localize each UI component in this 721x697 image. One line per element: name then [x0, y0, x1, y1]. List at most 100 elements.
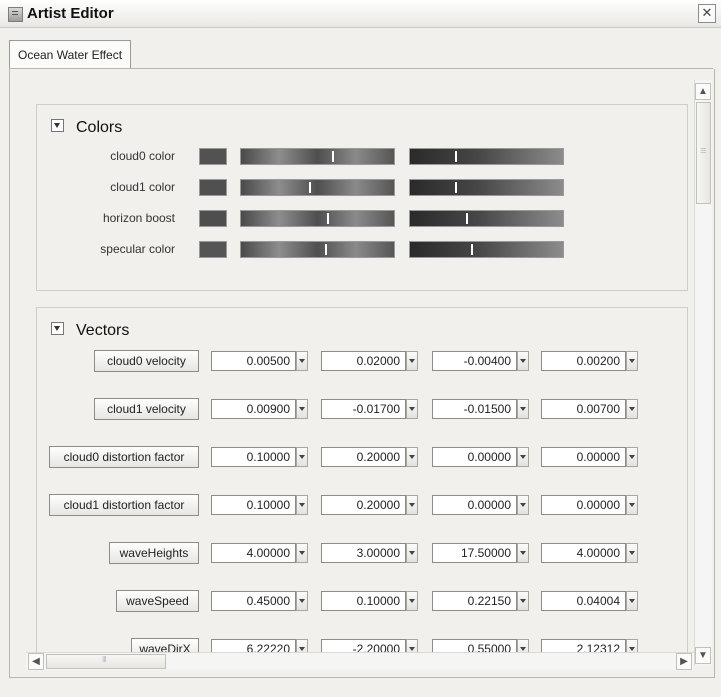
vector-value-spin[interactable] — [626, 351, 638, 371]
vector-value-input[interactable]: 3.00000 — [321, 543, 406, 563]
vector-value-input[interactable]: 0.00900 — [211, 399, 296, 419]
vector-value-spin[interactable] — [296, 351, 308, 371]
vector-value-input[interactable]: 0.00000 — [432, 495, 517, 515]
vectors-collapse-toggle[interactable] — [51, 322, 64, 336]
chevron-right-icon: ▶ — [680, 656, 688, 667]
vector-value-input[interactable]: 0.00500 — [211, 351, 296, 371]
vector-value-input[interactable]: 0.00700 — [541, 399, 626, 419]
vector-value-input[interactable]: -0.01500 — [432, 399, 517, 419]
vector-label-button[interactable]: waveSpeed — [116, 590, 199, 612]
color-swatch[interactable] — [199, 148, 227, 165]
vector-label-button[interactable]: cloud0 distortion factor — [49, 446, 199, 468]
vector-value-spin[interactable] — [626, 543, 638, 563]
vector-value-input[interactable]: 2.12312 — [541, 639, 626, 652]
slider-knob[interactable] — [471, 244, 473, 255]
vector-value-input[interactable]: 6.22220 — [211, 639, 296, 652]
vector-value-input[interactable]: 0.10000 — [211, 495, 296, 515]
vector-value-input[interactable]: -0.01700 — [321, 399, 406, 419]
vector-value-input[interactable]: 0.00000 — [432, 447, 517, 467]
vector-value-input[interactable]: 0.22150 — [432, 591, 517, 611]
vector-value-input[interactable]: 0.45000 — [211, 591, 296, 611]
vector-value-input[interactable]: 4.00000 — [541, 543, 626, 563]
vector-value-input[interactable]: -2.20000 — [321, 639, 406, 652]
chevron-down-icon: ▼ — [698, 650, 708, 661]
slider-knob[interactable] — [309, 182, 311, 193]
vector-value-spin[interactable] — [406, 591, 418, 611]
vector-value-spin[interactable] — [406, 639, 418, 652]
tab-ocean-water-effect[interactable]: Ocean Water Effect — [9, 40, 132, 69]
vector-value-spin[interactable] — [296, 543, 308, 563]
vector-value-spin[interactable] — [296, 447, 308, 467]
slider-knob[interactable] — [332, 151, 334, 162]
vector-value-input[interactable]: 0.10000 — [211, 447, 296, 467]
vector-value-input[interactable]: 4.00000 — [211, 543, 296, 563]
color-slider[interactable] — [409, 148, 564, 165]
scroll-right-button[interactable]: ▶ — [676, 653, 692, 670]
color-label: cloud1 color — [110, 180, 175, 194]
vector-value-input[interactable]: 0.00000 — [541, 495, 626, 515]
color-label: cloud0 color — [110, 149, 175, 163]
vector-value-spin[interactable] — [626, 591, 638, 611]
colors-collapse-toggle[interactable] — [51, 119, 64, 133]
vector-label-button[interactable]: cloud0 velocity — [94, 350, 199, 372]
vector-value-input[interactable]: 0.55000 — [432, 639, 517, 652]
vector-value-spin[interactable] — [517, 495, 529, 515]
vector-value-spin[interactable] — [517, 543, 529, 563]
slider-knob[interactable] — [466, 213, 468, 224]
slider-knob[interactable] — [455, 182, 457, 193]
color-swatch[interactable] — [199, 179, 227, 196]
slider-knob[interactable] — [327, 213, 329, 224]
slider-knob[interactable] — [325, 244, 327, 255]
vector-value-spin[interactable] — [406, 447, 418, 467]
horizontal-scroll-thumb[interactable] — [46, 654, 166, 669]
vector-value-spin[interactable] — [296, 495, 308, 515]
vector-value-input[interactable]: 0.20000 — [321, 447, 406, 467]
vertical-scroll-thumb[interactable] — [696, 102, 711, 204]
vector-value-spin[interactable] — [406, 351, 418, 371]
color-slider[interactable] — [240, 148, 395, 165]
color-slider[interactable] — [240, 241, 395, 258]
vector-value-input[interactable]: 0.00000 — [541, 447, 626, 467]
vector-label-button[interactable]: waveHeights — [109, 542, 199, 564]
vector-value-spin[interactable] — [517, 639, 529, 652]
vector-value-spin[interactable] — [517, 591, 529, 611]
vector-value-spin[interactable] — [626, 447, 638, 467]
vector-value-spin[interactable] — [517, 351, 529, 371]
vector-value-input[interactable]: 0.02000 — [321, 351, 406, 371]
close-button[interactable]: ✕ — [698, 4, 716, 23]
vector-value-spin[interactable] — [517, 399, 529, 419]
colors-group: Colors cloud0 color cloud1 color horizon… — [36, 104, 688, 291]
horizontal-scrollbar[interactable]: ◀ ▶ — [26, 652, 694, 670]
vector-label-button[interactable]: cloud1 velocity — [94, 398, 199, 420]
scroll-down-button[interactable]: ▼ — [695, 647, 711, 664]
vector-value-spin[interactable] — [406, 543, 418, 563]
color-slider[interactable] — [409, 179, 564, 196]
vector-label-button[interactable]: waveDirX — [131, 638, 199, 652]
color-slider[interactable] — [240, 210, 395, 227]
vector-value-spin[interactable] — [626, 399, 638, 419]
vector-value-input[interactable]: 0.10000 — [321, 591, 406, 611]
color-swatch[interactable] — [199, 210, 227, 227]
color-swatch[interactable] — [199, 241, 227, 258]
scroll-up-button[interactable]: ▲ — [695, 83, 711, 100]
vector-value-spin[interactable] — [406, 399, 418, 419]
vector-value-input[interactable]: -0.00400 — [432, 351, 517, 371]
color-slider[interactable] — [409, 241, 564, 258]
color-slider[interactable] — [409, 210, 564, 227]
vertical-scrollbar[interactable]: ▲ ▼ — [694, 80, 712, 666]
vector-value-spin[interactable] — [296, 591, 308, 611]
scroll-left-button[interactable]: ◀ — [28, 653, 44, 670]
vector-value-spin[interactable] — [626, 639, 638, 652]
vector-value-spin[interactable] — [296, 399, 308, 419]
vector-value-input[interactable]: 17.50000 — [432, 543, 517, 563]
vector-value-spin[interactable] — [296, 639, 308, 652]
vector-value-input[interactable]: 0.20000 — [321, 495, 406, 515]
color-slider[interactable] — [240, 179, 395, 196]
vector-value-input[interactable]: 0.00200 — [541, 351, 626, 371]
vector-value-spin[interactable] — [517, 447, 529, 467]
vector-value-spin[interactable] — [406, 495, 418, 515]
slider-knob[interactable] — [455, 151, 457, 162]
vector-value-input[interactable]: 0.04004 — [541, 591, 626, 611]
vector-value-spin[interactable] — [626, 495, 638, 515]
vector-label-button[interactable]: cloud1 distortion factor — [49, 494, 199, 516]
